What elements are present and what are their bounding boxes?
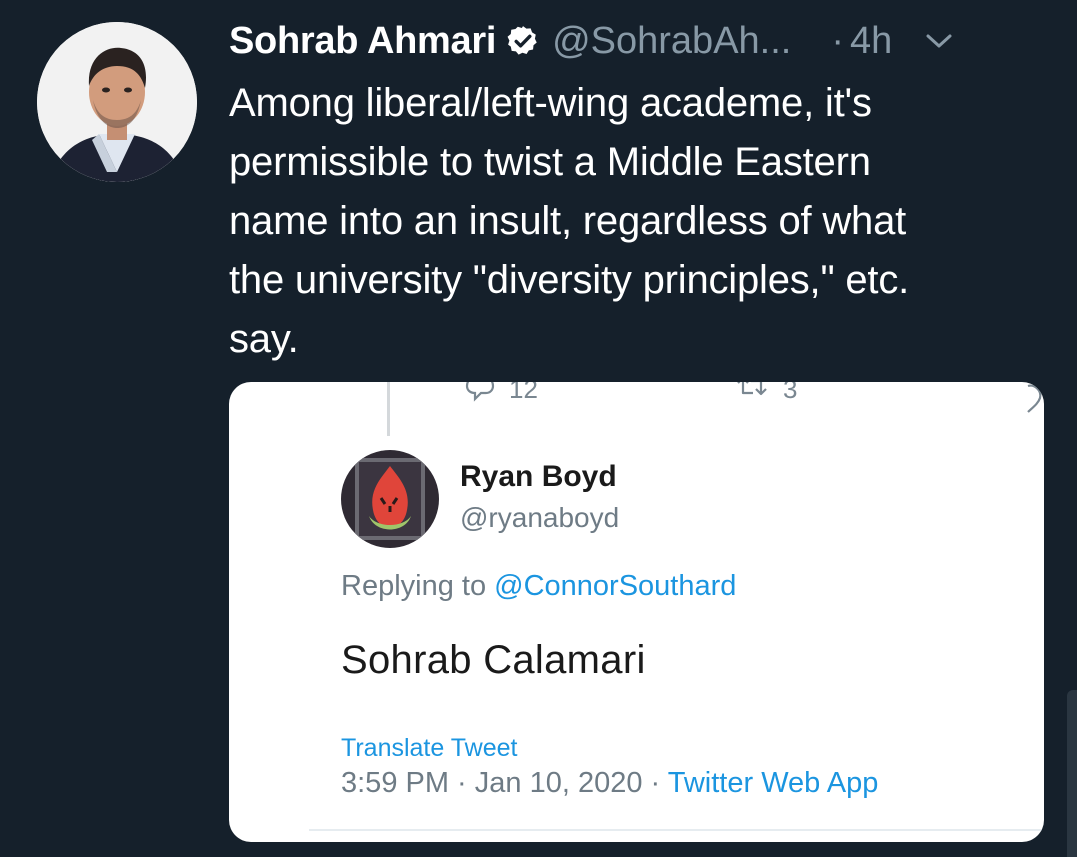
translate-tweet-link: Translate Tweet xyxy=(341,734,518,762)
retweet-count: 3 xyxy=(783,382,798,404)
replying-prefix: Replying to xyxy=(341,570,487,602)
thread-connector-line xyxy=(387,382,390,436)
replying-to-mention: @ConnorSouthard xyxy=(494,570,737,602)
tweet-text-line: Among liberal/left-wing academe, it's xyxy=(229,81,872,125)
retweet-icon xyxy=(737,382,767,395)
tweet-text-line: name into an insult, regardless of what xyxy=(229,199,907,243)
reply-count: 12 xyxy=(509,382,538,404)
chevron-down-icon[interactable] xyxy=(924,31,954,51)
heart-icon xyxy=(1016,382,1044,418)
author-avatar[interactable] xyxy=(37,22,197,182)
reply-author-name: Ryan Boyd xyxy=(460,460,617,493)
tweet-text-line: permissible to twist a Middle Eastern xyxy=(229,140,871,184)
tweet-text-line: say. xyxy=(229,317,299,361)
source-app: Twitter Web App xyxy=(667,767,879,799)
embedded-screenshot[interactable]: 12 3 Ryan Boyd @ryanaboyd Replying to @C… xyxy=(229,382,1044,842)
scrollbar[interactable] xyxy=(1067,690,1077,857)
tweet-header: Sohrab Ahmari @SohrabAh... · 4h xyxy=(229,14,1059,68)
retweet-action: 3 xyxy=(735,382,797,405)
tweet-time[interactable]: 4h xyxy=(850,20,892,63)
tweet-text: Among liberal/left-wing academe, it's pe… xyxy=(229,74,1029,369)
author-handle[interactable]: @SohrabAh... xyxy=(552,20,791,63)
verified-badge-icon xyxy=(506,24,540,58)
reply-author-handle: @ryanaboyd xyxy=(460,502,620,533)
reply-action: 12 xyxy=(465,382,538,405)
tweet-text-line: the university "diversity principles," e… xyxy=(229,258,910,302)
reply-metadata: 3:59 PM · Jan 10, 2020 · Twitter Web App xyxy=(341,767,878,800)
reply-author-avatar xyxy=(341,450,439,548)
reply-text: Sohrab Calamari xyxy=(341,638,646,682)
author-name[interactable]: Sohrab Ahmari xyxy=(229,20,496,63)
reply-icon xyxy=(465,382,495,402)
reply-timestamp: 3:59 PM · Jan 10, 2020 · xyxy=(341,767,661,799)
divider xyxy=(309,829,1044,831)
time-separator: · xyxy=(831,19,844,62)
replying-to-line: Replying to @ConnorSouthard xyxy=(341,570,736,603)
